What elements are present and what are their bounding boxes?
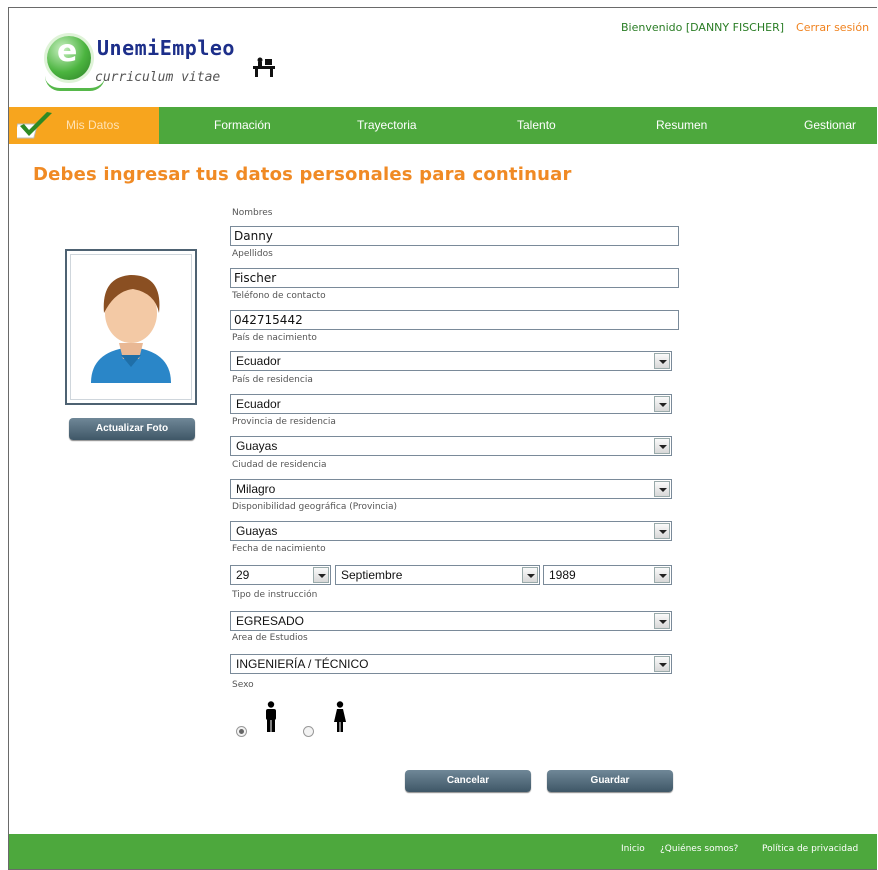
select-value: Guayas [236,524,278,538]
sexo-femenino-radio[interactable] [303,726,314,737]
ciudad-label: Ciudad de residencia [232,460,327,470]
male-icon [266,701,276,732]
select-value: 1989 [549,568,576,582]
footer: Inicio ¿Quiénes somos? Política de priva… [9,834,877,869]
chevron-down-icon[interactable] [654,396,670,412]
provincia-label: Provincia de residencia [232,417,336,427]
chevron-down-icon[interactable] [654,613,670,629]
nombres-input[interactable]: Danny [230,226,679,246]
telefono-label: Teléfono de contacto [232,291,326,301]
logo[interactable]: e UnemiEmpleo curriculum vitae [45,30,297,100]
instruccion-label: Tipo de instrucción [232,590,318,600]
photo-inner [70,254,192,400]
page-title: Debes ingresar tus datos personales para… [33,164,572,185]
apellidos-input[interactable]: Fischer [230,268,679,288]
cancel-button[interactable]: Cancelar [405,770,531,792]
anio-select[interactable]: 1989 [543,565,672,585]
select-value: INGENIERÍA / TÉCNICO [236,657,369,671]
provincia-select[interactable]: Guayas [230,436,672,456]
ciudad-select[interactable]: Milagro [230,479,672,499]
area-estudios-label: Area de Estudios [232,633,308,643]
sexo-label: Sexo [232,680,254,690]
welcome-bar: Bienvenido [DANNY FISCHER] Cerrar sesión [621,21,869,34]
sexo-masculino-radio[interactable] [236,726,247,737]
dia-select[interactable]: 29 [230,565,331,585]
nav-item-mis-datos[interactable]: Mis Datos [9,107,159,144]
select-value: Ecuador [236,397,281,411]
chevron-down-icon[interactable] [654,523,670,539]
nav-label: Mis Datos [66,118,120,132]
select-value: Milagro [236,482,276,496]
apellidos-label: Apellidos [232,249,273,259]
profile-photo-frame [65,249,197,405]
welcome-text: Bienvenido [DANNY FISCHER] [621,21,785,34]
nav-item-trayectoria[interactable]: Trayectoria [357,107,417,144]
nav-item-resumen[interactable]: Resumen [656,107,707,144]
select-value: Septiembre [341,568,403,582]
pais-nacimiento-label: País de nacimiento [232,333,317,343]
footer-link-quienes-somos[interactable]: ¿Quiénes somos? [660,844,738,854]
logout-link[interactable]: Cerrar sesión [796,21,869,34]
chevron-down-icon[interactable] [522,567,538,583]
main-nav: Mis Datos Formación Trayectoria Talento … [9,107,877,144]
pais-residencia-select[interactable]: Ecuador [230,394,672,414]
desk-icon [253,57,275,77]
logo-subtitle: curriculum vitae [95,70,221,85]
logo-letter: e [57,34,78,69]
pais-nacimiento-select[interactable]: Ecuador [230,351,672,371]
chevron-down-icon[interactable] [654,353,670,369]
select-value: Guayas [236,439,278,453]
logo-title: UnemiEmpleo [97,36,235,60]
footer-link-inicio[interactable]: Inicio [621,844,645,854]
chevron-down-icon[interactable] [654,656,670,672]
select-value: EGRESADO [236,614,305,628]
page-frame: e UnemiEmpleo curriculum vitae Bienvenid… [8,7,877,870]
update-photo-button[interactable]: Actualizar Foto [69,418,195,440]
nav-item-formacion[interactable]: Formación [214,107,271,144]
instruccion-select[interactable]: EGRESADO [230,611,672,631]
footer-link-privacidad[interactable]: Política de privacidad [762,844,858,854]
disponibilidad-select[interactable]: Guayas [230,521,672,541]
area-estudios-select[interactable]: INGENIERÍA / TÉCNICO [230,654,672,674]
select-value: Ecuador [236,354,281,368]
select-value: 29 [236,568,250,582]
chevron-down-icon[interactable] [654,438,670,454]
chevron-down-icon[interactable] [654,481,670,497]
avatar-icon [91,275,171,383]
fecha-nacimiento-label: Fecha de nacimiento [232,544,326,554]
disponibilidad-label: Disponibilidad geográfica (Provincia) [232,502,398,512]
chevron-down-icon[interactable] [313,567,329,583]
nombres-label: Nombres [232,208,273,218]
mes-select[interactable]: Septiembre [335,565,540,585]
nav-item-talento[interactable]: Talento [517,107,556,144]
telefono-input[interactable]: 042715442 [230,310,679,330]
checkmark-icon [17,112,52,139]
chevron-down-icon[interactable] [654,567,670,583]
nav-item-gestionar[interactable]: Gestionar [804,107,856,144]
pais-residencia-label: País de residencia [232,375,313,385]
save-button[interactable]: Guardar [547,770,673,792]
female-icon [334,701,346,732]
